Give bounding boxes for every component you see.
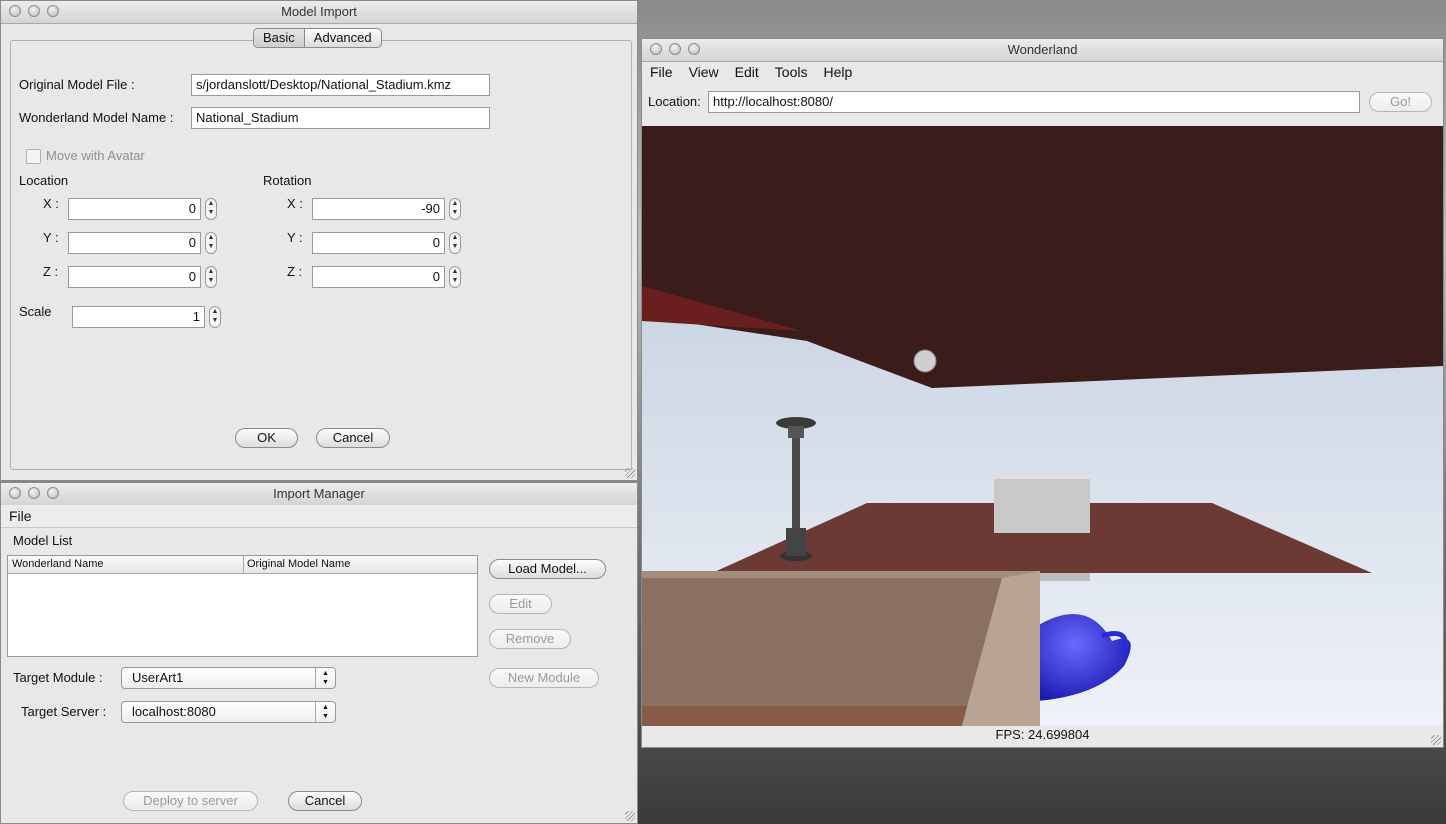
import-manager-window: Import Manager File Model List Wonderlan… [0,482,638,824]
resize-grip-icon[interactable] [1431,735,1441,745]
dropdown-arrows-icon: ▲ ▼ [315,702,335,722]
title-bar[interactable]: Model Import [1,1,637,24]
scale-label: Scale [19,304,52,319]
window-title: Wonderland [1007,42,1078,57]
rotation-y-field[interactable]: 0 [312,232,445,254]
wonderland-window: Wonderland File View Edit Tools Help Loc… [641,38,1444,748]
menu-bar: File View Edit Tools Help [642,61,1443,83]
resize-grip-icon[interactable] [625,468,635,478]
location-z-stepper[interactable]: ▲ ▼ [205,266,217,288]
window-controls [9,5,59,17]
tab-basic[interactable]: Basic [254,29,305,47]
location-x-field[interactable]: 0 [68,198,201,220]
target-server-label: Target Server : [21,704,107,719]
window-title: Import Manager [273,486,365,501]
deploy-to-server-button[interactable]: Deploy to server [123,791,258,811]
rotation-x-label: X : [287,196,303,211]
target-module-select[interactable]: UserArt1 ▲ ▼ [121,667,336,689]
move-with-avatar-checkbox[interactable] [26,149,41,164]
title-bar[interactable]: Import Manager [1,483,637,506]
load-model-button[interactable]: Load Model... [489,559,606,579]
column-header-wonderland-name[interactable]: Wonderland Name [12,556,104,573]
close-icon[interactable] [9,487,21,499]
minimize-icon[interactable] [28,5,40,17]
3d-viewport[interactable] [642,126,1443,726]
window-controls [9,487,59,499]
window-title: Model Import [281,4,357,19]
target-module-value: UserArt1 [132,670,184,685]
minimize-icon[interactable] [669,43,681,55]
location-x-stepper[interactable]: ▲ ▼ [205,198,217,220]
title-bar[interactable]: Wonderland [642,39,1443,62]
location-y-label: Y : [43,230,59,245]
column-divider [243,556,244,573]
remove-button[interactable]: Remove [489,629,571,649]
go-button[interactable]: Go! [1369,92,1432,112]
resize-grip-icon[interactable] [625,811,635,821]
location-z-label: Z : [43,264,59,279]
rotation-x-field[interactable]: -90 [312,198,445,220]
location-x-label: X : [43,196,59,211]
rotation-y-stepper[interactable]: ▲ ▼ [449,232,461,254]
edit-button[interactable]: Edit [489,594,552,614]
column-header-original-model-name[interactable]: Original Model Name [247,556,350,573]
wonderland-model-name-field[interactable]: National_Stadium [191,107,490,129]
rotation-y-label: Y : [287,230,303,245]
zoom-icon[interactable] [47,487,59,499]
tab-bar: Basic Advanced [253,28,382,48]
scale-stepper[interactable]: ▲ ▼ [209,306,221,328]
location-heading: Location [19,173,69,188]
menu-edit[interactable]: Edit [727,61,767,83]
zoom-icon[interactable] [688,43,700,55]
close-icon[interactable] [650,43,662,55]
rotation-z-stepper[interactable]: ▲ ▼ [449,266,461,288]
table-header: Wonderland Name Original Model Name [8,556,477,574]
menu-tools[interactable]: Tools [767,61,816,83]
original-model-file-field[interactable]: s/jordanslott/Desktop/National_Stadium.k… [191,74,490,96]
ok-button[interactable]: OK [235,428,298,448]
menu-bar: File [1,505,637,528]
model-list-table[interactable]: Wonderland Name Original Model Name [7,555,478,657]
new-module-button[interactable]: New Module [489,668,599,688]
menu-view[interactable]: View [681,61,727,83]
minimize-icon[interactable] [28,487,40,499]
rotation-z-field[interactable]: 0 [312,266,445,288]
target-server-value: localhost:8080 [132,704,216,719]
menu-file[interactable]: File [642,61,681,83]
tab-advanced[interactable]: Advanced [305,29,381,47]
rotation-heading: Rotation [263,173,312,188]
zoom-icon[interactable] [47,5,59,17]
target-server-select[interactable]: localhost:8080 ▲ ▼ [121,701,336,723]
menu-help[interactable]: Help [815,61,860,83]
model-list-label: Model List [13,533,73,548]
location-label: Location: [648,94,701,109]
cancel-button[interactable]: Cancel [316,428,390,448]
original-model-file-label: Original Model File : [19,77,135,92]
model-import-window: Model Import Basic Advanced Original Mod… [0,0,638,481]
rotation-x-stepper[interactable]: ▲ ▼ [449,198,461,220]
dropdown-arrows-icon: ▲ ▼ [315,668,335,688]
close-icon[interactable] [9,5,21,17]
scene-graphic [642,126,1443,726]
fps-readout: FPS: 24.699804 [995,727,1090,742]
move-with-avatar-label: Move with Avatar [46,148,145,163]
location-y-field[interactable]: 0 [68,232,201,254]
rotation-z-label: Z : [287,264,303,279]
scale-field[interactable]: 1 [72,306,205,328]
target-module-label: Target Module : [13,670,103,685]
menu-file[interactable]: File [1,505,40,527]
location-z-field[interactable]: 0 [68,266,201,288]
tab-panel [10,40,632,470]
location-y-stepper[interactable]: ▲ ▼ [205,232,217,254]
wonderland-model-name-label: Wonderland Model Name : [19,110,174,125]
cancel-button[interactable]: Cancel [288,791,362,811]
window-controls [650,43,700,55]
location-url-field[interactable]: http://localhost:8080/ [708,91,1360,113]
